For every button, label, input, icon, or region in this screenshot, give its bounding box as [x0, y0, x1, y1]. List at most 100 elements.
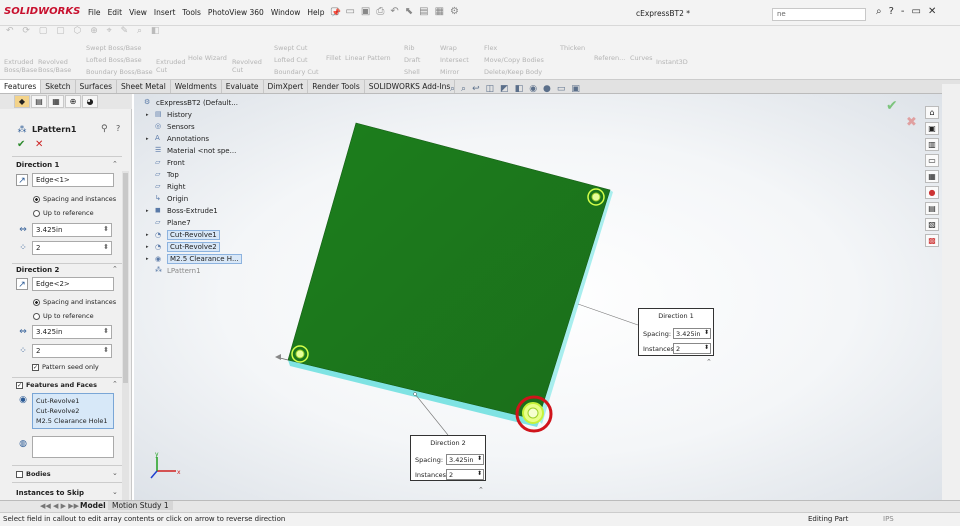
tree-item-top[interactable]: ▱ Top — [146, 170, 179, 179]
tab-sketch[interactable]: Sketch — [41, 80, 76, 93]
callout2-collapse-icon[interactable]: ⌃ — [478, 486, 484, 494]
lofted-boss-button[interactable]: Lofted Boss/Base — [86, 56, 142, 64]
menu-edit[interactable]: Edit — [108, 8, 123, 17]
boundary-boss-button[interactable]: Boundary Boss/Base — [86, 68, 153, 76]
tab-render-tools[interactable]: Render Tools — [308, 80, 365, 93]
delete-keep-body-button[interactable]: Delete/Keep Body — [484, 68, 542, 76]
linear-pattern-button[interactable]: Linear Pattern — [345, 54, 391, 62]
design-library-icon[interactable]: ▥ — [925, 138, 939, 151]
close-icon[interactable]: ✕ — [928, 6, 936, 17]
menu-photoview[interactable]: PhotoView 360 — [208, 8, 264, 17]
open-icon[interactable]: ▭ — [345, 6, 354, 17]
menu-insert[interactable]: Insert — [154, 8, 176, 17]
recent-icon[interactable]: ▩ — [925, 234, 939, 247]
zoom-to-fit-icon[interactable]: ⌕ — [450, 84, 455, 94]
wrap-button[interactable]: Wrap — [440, 44, 457, 52]
extruded-cut-button[interactable]: Extruded Cut — [156, 58, 186, 74]
revolved-boss-button[interactable]: Revolved Boss/Base — [38, 58, 71, 74]
intersect-button[interactable]: Intersect — [440, 56, 469, 64]
help-icon[interactable]: ? — [116, 124, 120, 133]
menu-file[interactable]: File — [88, 8, 101, 17]
thicken-button[interactable]: Thicken — [560, 44, 585, 52]
chevron-up-icon[interactable]: ⌃ — [112, 265, 118, 273]
tree-item-cut-revolve2[interactable]: ▸ ◔ Cut-Revolve2 — [146, 242, 220, 252]
tree-item-boss-extrude1[interactable]: ▸ ◼ Boss-Extrude1 — [146, 206, 218, 215]
direction2-group-title[interactable]: Direction 2 — [16, 266, 59, 274]
property-manager-tab-icon[interactable]: ▤ — [31, 95, 47, 108]
resources-icon[interactable]: ▣ — [925, 122, 939, 135]
tree-item-annotations[interactable]: ▸ A Annotations — [146, 134, 209, 143]
tree-item-right[interactable]: ▱ Right — [146, 182, 185, 191]
direction1-instances-field[interactable]: 2 — [32, 241, 112, 255]
instances-to-skip-title[interactable]: Instances to Skip — [16, 489, 84, 497]
direction1-arrow-icon[interactable] — [275, 354, 281, 360]
direction2-spacing-radio[interactable]: Spacing and instances — [33, 298, 116, 306]
hole-wizard-button[interactable]: Hole Wizard — [188, 54, 227, 62]
mirror-button[interactable]: Mirror — [440, 68, 459, 76]
graphics-area[interactable]: x y ✔ ✖ ⌃ ⌃ — [134, 94, 942, 500]
shell-button[interactable]: Shell — [404, 68, 420, 76]
tree-item-lpattern1[interactable]: ⁂ LPattern1 — [146, 266, 201, 275]
tab-dimxpert[interactable]: DimXpert — [264, 80, 309, 93]
minimize-icon[interactable]: - — [901, 6, 905, 17]
callout1-spacing-field[interactable]: 3.425in — [673, 328, 711, 339]
tab-motion-study-1[interactable]: Motion Study 1 — [108, 501, 173, 510]
list-item[interactable]: M2.5 Clearance Hole1 — [36, 416, 110, 426]
help-icon[interactable]: ? — [889, 6, 894, 17]
tree-item-plane7[interactable]: ▱ Plane7 — [146, 218, 191, 227]
tab-solidworks-addins[interactable]: SOLIDWORKS Add-Ins — [365, 80, 456, 93]
tab-features[interactable]: Features — [0, 80, 42, 93]
menu-view[interactable]: View — [129, 8, 147, 17]
zoom-area-icon[interactable]: ⌕ — [461, 84, 466, 94]
solidworks-forum-icon[interactable]: ▧ — [925, 218, 939, 231]
scrollbar-thumb[interactable] — [123, 173, 128, 383]
flex-button[interactable]: Flex — [484, 44, 497, 52]
instant3d-button[interactable]: Instant3D — [656, 58, 688, 66]
search-input[interactable]: ne — [772, 8, 866, 21]
tab-sheet-metal[interactable]: Sheet Metal — [117, 80, 171, 93]
model-view[interactable]: x y ✔ ✖ ⌃ ⌃ — [134, 94, 942, 500]
dimxpert-tab-icon[interactable]: ⊕ — [65, 95, 81, 108]
undo-icon[interactable]: ↶ — [390, 6, 398, 17]
rib-button[interactable]: Rib — [404, 44, 414, 52]
confirm-cancel-icon[interactable]: ✖ — [906, 115, 917, 130]
tree-item-history[interactable]: ▸ ▤ History — [146, 110, 192, 119]
tab-scroll-arrows[interactable]: ◀◀ ◀ ▶ ▶▶ — [40, 502, 79, 510]
tab-evaluate[interactable]: Evaluate — [222, 80, 264, 93]
display-manager-tab-icon[interactable]: ◕ — [82, 95, 98, 108]
direction1-spacing-radio[interactable]: Spacing and instances — [33, 195, 116, 203]
move-copy-bodies-button[interactable]: Move/Copy Bodies — [484, 56, 544, 64]
revolved-cut-button[interactable]: Revolved Cut — [232, 58, 262, 74]
reverse-direction-icon[interactable]: ↗ — [16, 278, 28, 290]
callout2-spacing-field[interactable]: 3.425in — [446, 454, 484, 465]
options-gear-icon[interactable]: ⚙ — [450, 6, 459, 17]
tab-weldments[interactable]: Weldments — [171, 80, 222, 93]
draft-button[interactable]: Draft — [404, 56, 420, 64]
reverse-direction-icon[interactable]: ↗ — [16, 174, 28, 186]
view-settings-icon[interactable]: ▣ — [571, 84, 580, 94]
direction1-edge-field[interactable]: Edge<1> — [32, 173, 114, 187]
menu-tools[interactable]: Tools — [182, 8, 200, 17]
tree-item-sensors[interactable]: ◎ Sensors — [146, 122, 195, 131]
extruded-boss-button[interactable]: Extruded Boss/Base — [4, 58, 37, 74]
tree-root[interactable]: ⚙ cExpressBT2 (Default... — [144, 98, 238, 107]
swept-boss-button[interactable]: Swept Boss/Base — [86, 44, 141, 52]
previous-view-icon[interactable]: ↩ — [472, 84, 480, 94]
new-document-icon[interactable]: ▢ — [330, 6, 339, 17]
direction2-upto-radio[interactable]: Up to reference — [33, 312, 94, 320]
confirm-ok-icon[interactable]: ✔ — [886, 98, 898, 114]
pattern-seed-only-checkbox[interactable]: ✓ Pattern seed only — [32, 363, 99, 371]
file-properties-icon[interactable]: ▦ — [435, 6, 444, 17]
menu-help[interactable]: Help — [307, 8, 324, 17]
callout1-collapse-icon[interactable]: ⌃ — [706, 358, 712, 366]
ok-button[interactable]: ✔ — [17, 139, 25, 150]
search-icon[interactable]: ⌕ — [876, 6, 882, 17]
direction1-group-title[interactable]: Direction 1 — [16, 161, 59, 169]
direction2-spacing-field[interactable]: 3.425in — [32, 325, 112, 339]
tab-model[interactable]: Model — [76, 501, 110, 510]
save-icon[interactable]: ▣ — [361, 6, 370, 17]
tree-item-front[interactable]: ▱ Front — [146, 158, 185, 167]
direction2-edge-field[interactable]: Edge<2> — [32, 277, 114, 291]
callout1-instances-field[interactable]: 2 — [673, 343, 711, 354]
lofted-cut-button[interactable]: Lofted Cut — [274, 56, 308, 64]
